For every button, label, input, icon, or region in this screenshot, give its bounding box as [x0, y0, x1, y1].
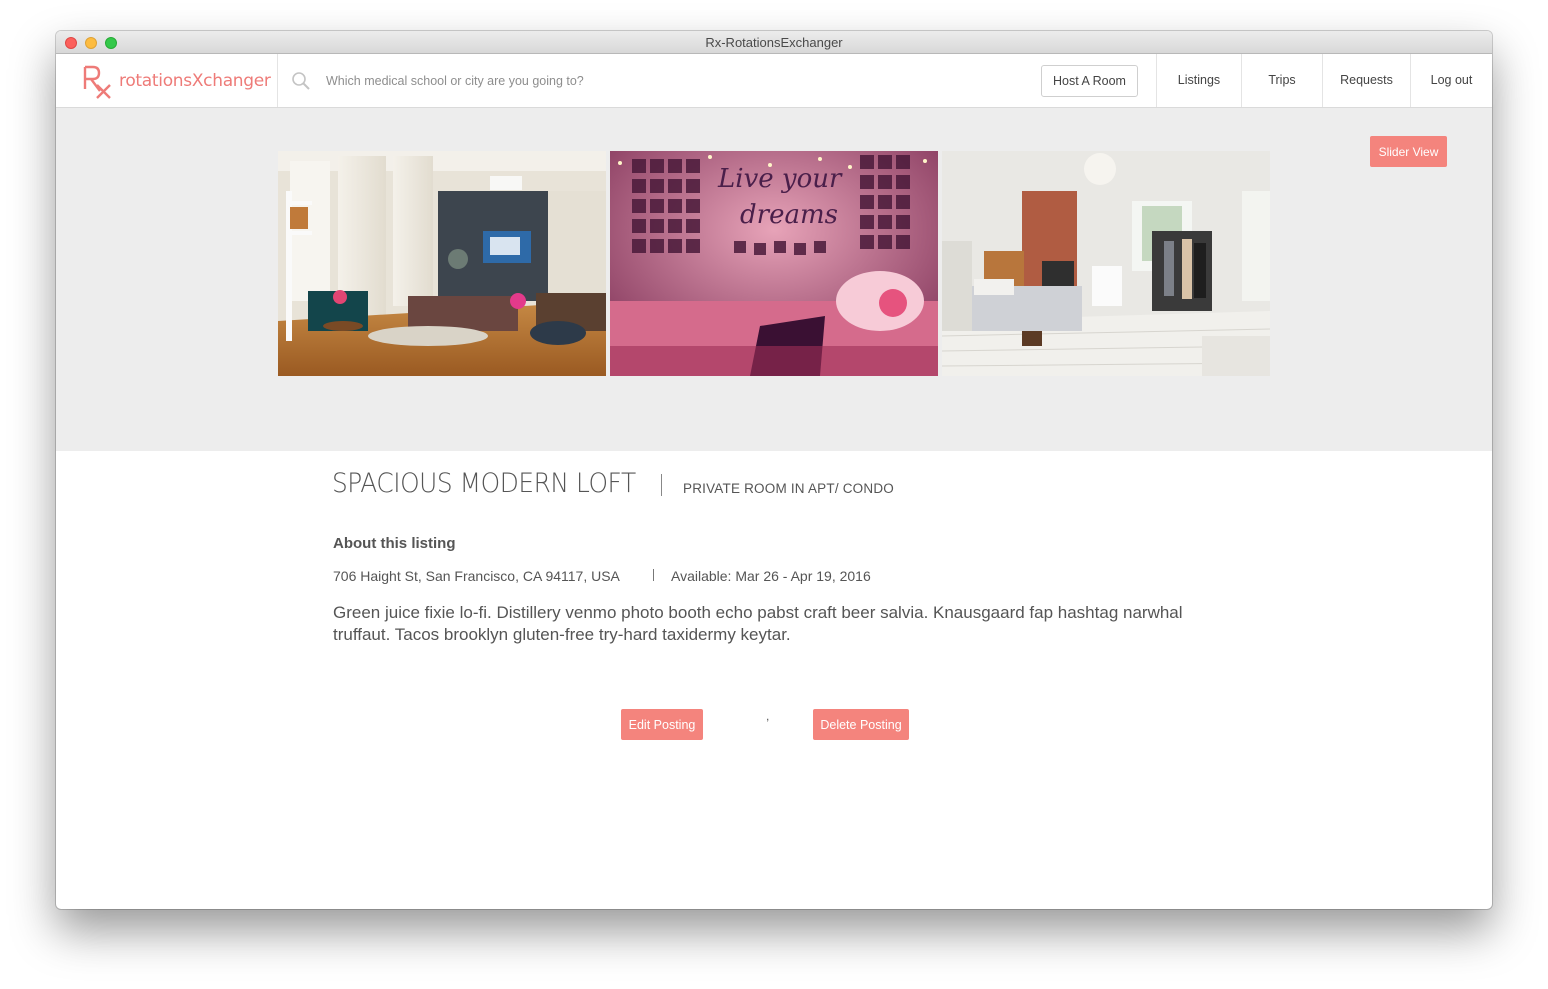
about-heading: About this listing	[333, 535, 456, 552]
meta-divider	[653, 569, 654, 581]
host-a-room-button[interactable]: Host A Room	[1041, 65, 1138, 97]
listing-photo-2[interactable]: Live your dreams	[610, 151, 938, 376]
photo-wall-text-2: dreams	[740, 200, 838, 230]
nav-trips-link[interactable]: Trips	[1241, 54, 1322, 107]
nav-listings-link[interactable]: Listings	[1156, 54, 1241, 107]
photo-wall-text-1: Live your	[717, 164, 843, 194]
logo-link[interactable]: rotationsXchanger	[56, 54, 278, 107]
slider-view-button[interactable]: Slider View	[1370, 136, 1447, 167]
button-separator: ,	[766, 709, 770, 723]
listing-title: SPACIOUS MODERN LOFT	[332, 468, 636, 499]
title-bar: Rx-RotationsExchanger	[56, 31, 1492, 54]
availability-dates: Available: Mar 26 - Apr 19, 2016	[671, 568, 871, 584]
rx-logo-icon	[83, 65, 111, 99]
title-divider	[661, 474, 662, 496]
nav-logout-link[interactable]: Log out	[1410, 54, 1492, 107]
search-icon	[292, 72, 310, 90]
logo-text: rotationsXchanger	[119, 71, 271, 91]
nav-requests-link[interactable]: Requests	[1322, 54, 1410, 107]
listing-photo-3[interactable]	[942, 151, 1270, 376]
top-navbar: rotationsXchanger Host A Room Listings T…	[56, 54, 1492, 108]
photo-gallery: Slider View Live your dreams	[56, 108, 1492, 451]
listing-address: 706 Haight St, San Francisco, CA 94117, …	[333, 568, 620, 584]
app-window: Rx-RotationsExchanger rotationsXchanger …	[56, 31, 1492, 909]
window-title: Rx-RotationsExchanger	[705, 35, 843, 50]
listing-photo-1[interactable]	[278, 151, 606, 376]
search-input[interactable]	[318, 67, 794, 95]
edit-posting-button[interactable]: Edit Posting	[621, 709, 703, 740]
listing-description: Green juice fixie lo-fi. Distillery venm…	[333, 603, 1183, 644]
room-type: PRIVATE ROOM IN APT/ CONDO	[683, 481, 894, 496]
delete-posting-button[interactable]: Delete Posting	[813, 709, 909, 740]
